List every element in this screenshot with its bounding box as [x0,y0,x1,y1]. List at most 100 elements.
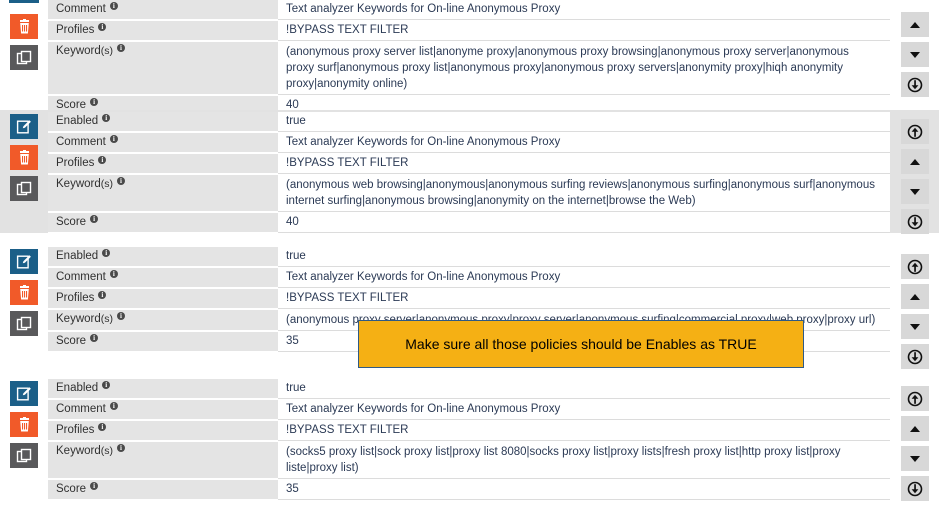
annotation-callout-text: Make sure all those policies should be E… [405,336,757,352]
field-label-score: Score i [48,332,278,352]
move-down-icon[interactable] [900,314,929,339]
field-value-profiles: !BYPASS TEXT FILTER [278,289,890,309]
policy-order-controls [890,110,939,239]
move-to-bottom-icon[interactable] [900,209,929,234]
move-to-top-icon[interactable] [900,386,929,411]
move-to-bottom-icon[interactable] [900,72,929,97]
info-icon[interactable]: i [98,290,107,299]
info-icon[interactable]: i [109,269,118,278]
move-to-bottom-icon[interactable] [900,344,929,369]
policy-fields: Comment i Text analyzer Keywords for On-l… [48,0,890,117]
annotation-callout: Make sure all those policies should be E… [358,320,804,368]
edit-pencil-icon[interactable] [10,114,38,139]
field-score: Score i 35 [48,480,890,501]
info-icon[interactable]: i [98,22,107,31]
field-comment: Comment i Text analyzer Keywords for On-l… [48,268,890,289]
field-value-comment: Text analyzer Keywords for On-line Anony… [278,0,890,20]
info-icon[interactable]: i [117,311,125,320]
field-label-profiles: Profiles i [48,21,278,41]
info-icon[interactable]: i [90,333,99,342]
trash-icon[interactable] [10,145,38,170]
field-label-score: Score i [48,213,278,233]
field-value-profiles: !BYPASS TEXT FILTER [278,421,890,441]
info-icon[interactable]: i [90,214,99,223]
info-icon[interactable]: i [90,481,99,490]
policy-order-controls [890,0,939,102]
field-label-comment: Comment i [48,0,278,20]
info-icon[interactable]: i [98,155,107,164]
policy-list-panel: Comment i Text analyzer Keywords for On-l… [0,0,939,528]
trash-icon[interactable] [10,14,38,39]
field-value-comment: Text analyzer Keywords for On-line Anony… [278,400,890,420]
field-value-enabled: true [278,112,890,132]
field-label-enabled: Enabled i [48,247,278,267]
field-score: Score i 40 [48,213,890,234]
field-label-keywords: Keyword(s) i [48,42,278,95]
field-value-comment: Text analyzer Keywords for On-line Anony… [278,268,890,288]
field-enabled: Enabled i true [48,247,890,268]
policy-actions [0,245,48,336]
field-value-score: 40 [278,213,890,233]
copy-icon[interactable] [10,311,38,336]
field-value-profiles: !BYPASS TEXT FILTER [278,21,890,41]
field-value-score: 35 [278,480,890,500]
block-separator [0,233,939,245]
field-value-profiles: !BYPASS TEXT FILTER [278,154,890,174]
field-label-keywords: Keyword(s) i [48,310,278,331]
copy-icon[interactable] [10,45,38,70]
field-keywords: Keyword(s) i (socks5 proxy list|sock prox… [48,442,890,480]
info-icon[interactable]: i [90,97,99,106]
move-up-icon[interactable] [900,416,929,441]
field-comment: Comment i Text analyzer Keywords for On-l… [48,133,890,154]
info-icon[interactable]: i [117,43,125,52]
policy-fields: Enabled i true Comment i Text analyzer Key… [48,110,890,234]
field-enabled: Enabled i true [48,379,890,400]
info-icon[interactable]: i [102,380,111,389]
edit-pencil-icon[interactable] [10,249,38,274]
trash-icon[interactable] [10,280,38,305]
move-down-icon[interactable] [900,42,929,67]
move-to-bottom-icon[interactable] [900,476,929,501]
copy-icon[interactable] [10,176,38,201]
copy-icon[interactable] [10,443,38,468]
edit-pencil-icon-clipped[interactable] [9,0,39,3]
info-icon[interactable]: i [98,422,107,431]
move-down-icon[interactable] [900,179,929,204]
field-value-keywords: (anonymous web browsing|anonymous|anonym… [278,175,890,212]
move-up-icon[interactable] [900,12,929,37]
info-icon[interactable]: i [117,176,125,185]
field-comment: Comment i Text analyzer Keywords for On-l… [48,400,890,421]
move-down-icon[interactable] [900,446,929,471]
policy-row: Comment i Text analyzer Keywords for On-l… [0,0,939,117]
info-icon[interactable]: i [109,1,118,10]
policy-actions [0,377,48,468]
field-enabled: Enabled i true [48,112,890,133]
info-icon[interactable]: i [117,443,125,452]
info-icon[interactable]: i [102,248,111,257]
field-value-keywords: (socks5 proxy list|sock proxy list|proxy… [278,442,890,479]
field-profiles: Profiles i !BYPASS TEXT FILTER [48,421,890,442]
move-to-top-icon[interactable] [900,254,929,279]
field-value-keywords: (anonymous proxy server list|anonyme pro… [278,42,890,95]
policy-row: Enabled i true Comment i Text analyzer Key… [0,377,939,501]
field-value-enabled: true [278,379,890,399]
info-icon[interactable]: i [109,134,118,143]
edit-pencil-icon[interactable] [10,381,38,406]
info-icon[interactable]: i [102,113,111,122]
field-label-enabled: Enabled i [48,379,278,399]
field-label-comment: Comment i [48,133,278,153]
field-value-comment: Text analyzer Keywords for On-line Anony… [278,133,890,153]
move-up-icon[interactable] [900,284,929,309]
field-label-score: Score i [48,480,278,500]
info-icon[interactable]: i [109,401,118,410]
trash-icon[interactable] [10,412,38,437]
move-up-icon[interactable] [900,149,929,174]
policy-actions [0,0,48,70]
policy-order-controls [890,245,939,374]
field-label-profiles: Profiles i [48,421,278,441]
field-label-comment: Comment i [48,400,278,420]
field-profiles: Profiles i !BYPASS TEXT FILTER [48,289,890,310]
move-to-top-icon[interactable] [900,119,929,144]
policy-fields: Enabled i true Comment i Text analyzer Key… [48,377,890,501]
field-value-enabled: true [278,247,890,267]
